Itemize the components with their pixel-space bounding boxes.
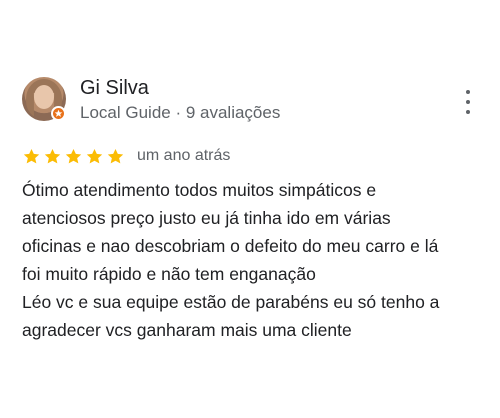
avatar-face bbox=[34, 85, 54, 109]
more-vert-icon-dot bbox=[466, 110, 470, 114]
review-text: Ótimo atendimento todos muitos simpático… bbox=[22, 176, 482, 344]
more-vert-icon bbox=[466, 90, 470, 94]
more-options-button[interactable] bbox=[460, 90, 476, 114]
review-text-line: Léo vc e sua equipe estão de parabéns eu… bbox=[22, 292, 440, 312]
star-icon bbox=[86, 148, 103, 163]
star-icon bbox=[107, 148, 124, 163]
star-icon bbox=[44, 148, 61, 163]
author-name[interactable]: Gi Silva bbox=[80, 76, 149, 100]
star-icon bbox=[23, 148, 40, 163]
more-vert-icon-dot bbox=[466, 100, 470, 104]
review-text-line: Ótimo atendimento todos muitos simpático… bbox=[22, 180, 377, 200]
review-card: Gi Silva Local Guide · 9 avaliações um a… bbox=[0, 0, 500, 418]
review-text-line: atenciosos preço justo eu já tinha ido e… bbox=[22, 208, 391, 228]
review-text-line: foi muito rápido e não tem enganação bbox=[22, 264, 316, 284]
local-guide-badge-icon bbox=[51, 106, 66, 121]
star-rating bbox=[22, 147, 125, 166]
author-avatar[interactable] bbox=[22, 77, 66, 121]
review-text-line: oficinas e nao descobriam o defeito do m… bbox=[22, 236, 439, 256]
author-meta: Local Guide · 9 avaliações bbox=[80, 103, 281, 122]
rating-row: um ano atrás bbox=[22, 145, 230, 167]
badge-star-icon bbox=[54, 109, 63, 117]
review-text-line: agradecer vcs ganharam mais uma cliente bbox=[22, 320, 352, 340]
review-date: um ano atrás bbox=[137, 147, 231, 164]
star-icon bbox=[65, 148, 82, 163]
